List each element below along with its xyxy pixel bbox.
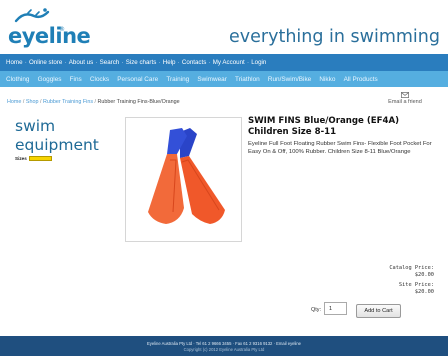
sizes-label: Sizes (15, 156, 27, 161)
primary-nav: Home · Online store · About us · Search · Size c… (0, 54, 448, 71)
breadcrumb-rubber-training-fins[interactable]: Rubber Training Fins (43, 99, 93, 105)
catalog-price-value: $20.00 (414, 272, 434, 278)
footer-copyright: Copyright (c) 2012 Eyeline Australia Pty… (183, 347, 265, 352)
category-all-products[interactable]: All Products (344, 76, 378, 83)
category-swimwear[interactable]: Swimwear (197, 76, 226, 83)
primary-nav-separator: · (95, 59, 98, 66)
sizes-badge[interactable] (28, 156, 52, 161)
envelope-icon (401, 92, 409, 98)
email-a-friend-link[interactable]: Email a friend (384, 92, 426, 108)
primary-nav-separator: · (208, 59, 211, 66)
product-image[interactable] (125, 117, 242, 242)
logo-text: eyeline (8, 24, 91, 48)
category-run-swim-bike[interactable]: Run/Swim/Bike (268, 76, 311, 83)
breadcrumb-shop[interactable]: Shop (26, 99, 39, 105)
site-footer: Eyeline Australia Pty Ltd · Tel 61 2 966… (0, 336, 448, 356)
site-header: eyeline ® everything in swimming (0, 0, 448, 53)
breadcrumb-separator: / (94, 99, 97, 105)
primary-nav-separator: · (158, 59, 161, 66)
primary-nav-login[interactable]: Login (251, 59, 266, 66)
primary-nav-search[interactable]: Search (100, 59, 120, 66)
primary-nav-my-account[interactable]: My Account (213, 59, 245, 66)
product-description: Eyeline Full Foot Floating Rubber Swim F… (248, 141, 432, 156)
fin-front (148, 128, 187, 224)
category-personal-care[interactable]: Personal Care (117, 76, 158, 83)
qty-input[interactable] (324, 302, 347, 315)
primary-nav-separator: · (246, 59, 249, 66)
category-goggles[interactable]: Goggles (38, 76, 62, 83)
eyeline-logo[interactable]: eyeline ® (8, 7, 91, 48)
page: eyeline ® everything in swimming Home · On… (0, 0, 448, 356)
primary-nav-size-charts[interactable]: Size charts (126, 59, 157, 66)
add-to-cart-button[interactable]: Add to Cart (356, 304, 401, 318)
primary-nav-about-us[interactable]: About us (69, 59, 93, 66)
primary-nav-contacts[interactable]: Contacts (182, 59, 206, 66)
category-clocks[interactable]: Clocks (90, 76, 109, 83)
category-nikko[interactable]: Nikko (319, 76, 335, 83)
email-a-friend-label: Email a friend (388, 99, 422, 105)
primary-nav-online-store[interactable]: Online store (29, 59, 62, 66)
primary-nav-home[interactable]: Home (6, 59, 23, 66)
product-title: SWIM FINS Blue/Orange (EF4A) Children Si… (248, 116, 400, 137)
site-price-value: $20.00 (414, 289, 434, 295)
swim-fins-image (148, 128, 225, 224)
qty-label: Qty: (311, 307, 322, 313)
section-title: swim equipment (15, 117, 99, 154)
category-triathlon[interactable]: Triathlon (235, 76, 260, 83)
sizes-row: Sizes (15, 156, 52, 161)
swimmer-logo-icon (14, 8, 50, 23)
category-clothing[interactable]: Clothing (6, 76, 29, 83)
site-tagline: everything in swimming (229, 27, 440, 47)
category-fins[interactable]: Fins (70, 76, 82, 83)
catalog-price-label: Catalog Price: (389, 265, 434, 271)
site-price-label: Site Price: (398, 282, 434, 288)
fin-back (180, 128, 225, 224)
primary-nav-separator: · (121, 59, 124, 66)
breadcrumb: Home / Shop / Rubber Training Fins / Rub… (7, 99, 180, 105)
breadcrumb-current: Rubber Training Fins-Blue/Orange (97, 99, 180, 105)
category-nav: Clothing Goggles Fins Clocks Personal Care Tr… (0, 71, 448, 87)
primary-nav-separator: · (64, 59, 67, 66)
footer-contact-line: Eyeline Australia Pty Ltd · Tel 61 2 966… (146, 341, 302, 346)
breadcrumb-home[interactable]: Home (7, 99, 21, 105)
category-training[interactable]: Training (166, 76, 189, 83)
logo-registered-mark: ® (59, 26, 65, 33)
breadcrumb-separator: / (39, 99, 42, 105)
primary-nav-separator: · (24, 59, 27, 66)
breadcrumb-separator: / (22, 99, 25, 105)
primary-nav-help[interactable]: Help (163, 59, 176, 66)
primary-nav-separator: · (177, 59, 180, 66)
